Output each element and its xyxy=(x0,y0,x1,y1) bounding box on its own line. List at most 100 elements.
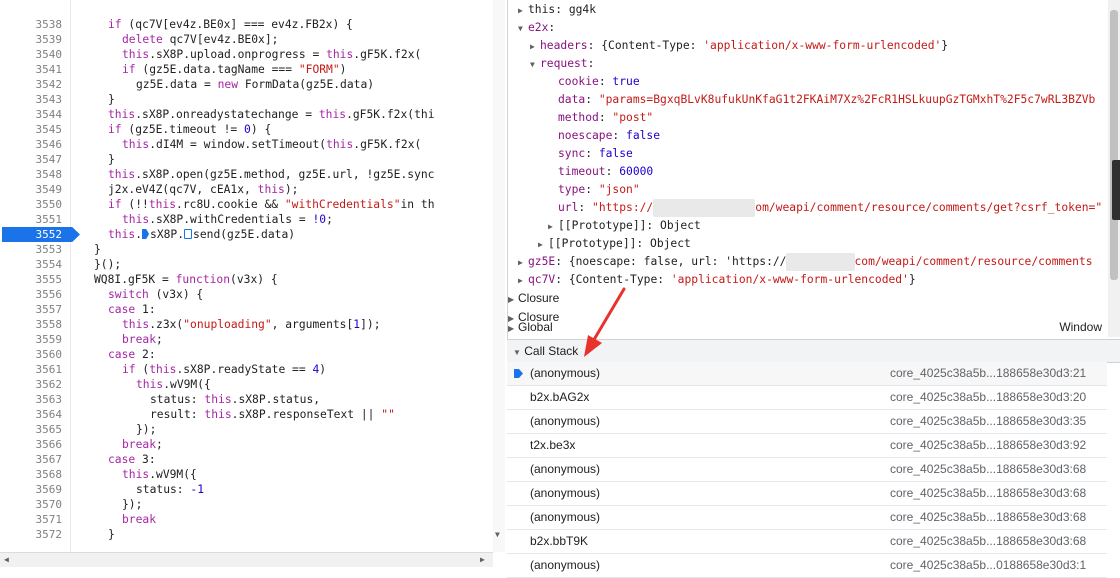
line-number[interactable]: 3549 xyxy=(0,182,66,197)
line-number[interactable]: 3568 xyxy=(0,467,66,482)
line-number[interactable]: 3540 xyxy=(0,47,66,62)
scope-noescape-row: noescape: false xyxy=(558,129,661,142)
call-frame-function: (anonymous) xyxy=(530,462,601,476)
scope-qc7v-row[interactable]: ▶ qc7V: {Content-Type: 'application/x-www… xyxy=(518,271,916,289)
line-number[interactable]: 3550 xyxy=(0,197,66,212)
scroll-left-icon[interactable]: ◀ xyxy=(4,555,9,564)
scope-scroll-thumb[interactable] xyxy=(1110,10,1118,280)
scope-request-prototype-row[interactable]: ▶ [[Prototype]]: Object xyxy=(548,217,701,235)
line-number[interactable]: 3538 xyxy=(0,17,66,32)
collapsed-triangle-icon[interactable]: ▶ xyxy=(508,291,518,309)
line-number[interactable]: 3546 xyxy=(0,137,66,152)
source-editor[interactable]: 3538 3539 3540 3541 3542 3543 3544 3545 3546 3547… xyxy=(0,0,505,570)
call-frame-function: (anonymous) xyxy=(530,558,601,572)
scroll-down-icon[interactable]: ▼ xyxy=(495,530,500,539)
code-line: this.wV9M({ xyxy=(136,378,211,391)
line-number[interactable]: 3559 xyxy=(0,332,66,347)
line-number[interactable]: 3554 xyxy=(0,257,66,272)
expanded-triangle-icon[interactable]: ▼ xyxy=(518,20,528,38)
scope-headers-row[interactable]: ▶ headers: {Content-Type: 'application/x-… xyxy=(530,37,948,55)
call-frame[interactable]: b2x.bAG2x core_4025c38a5b...188658e30d3:2… xyxy=(507,386,1107,410)
line-number[interactable]: 3572 xyxy=(0,527,66,542)
call-frame[interactable]: (anonymous) core_4025c38a5b...188658e30d3… xyxy=(507,362,1107,386)
code-line: } xyxy=(94,243,101,256)
code-line: switch (v3x) { xyxy=(108,288,204,301)
call-frame-location[interactable]: core_4025c38a5b...188658e30d3:68 xyxy=(890,506,1086,529)
collapsed-triangle-icon[interactable]: ▶ xyxy=(518,272,528,290)
line-number[interactable]: 3567 xyxy=(0,452,66,467)
collapsed-triangle-icon[interactable]: ▶ xyxy=(548,218,558,236)
call-frame-location[interactable]: core_4025c38a5b...188658e30d3:21 xyxy=(890,362,1086,385)
line-number[interactable]: 3570 xyxy=(0,497,66,512)
call-frame-function: (anonymous) xyxy=(530,510,601,524)
breakpoint-flag-icon[interactable] xyxy=(142,229,150,239)
line-number[interactable]: 3565 xyxy=(0,422,66,437)
scope-e2x-row[interactable]: ▼ e2x: xyxy=(518,19,555,37)
source-horizontal-scrollbar[interactable]: ◀ ▶ xyxy=(0,552,493,567)
scope-timeout-row: timeout: 60000 xyxy=(558,165,654,178)
scope-cookie-row: cookie: true xyxy=(558,75,640,88)
collapsed-triangle-icon[interactable]: ▶ xyxy=(538,236,548,254)
call-frame-location[interactable]: core_4025c38a5b...188658e30d3:68 xyxy=(890,530,1086,553)
line-number[interactable]: 3541 xyxy=(0,62,66,77)
line-number[interactable]: 3561 xyxy=(0,362,66,377)
line-number[interactable]: 3560 xyxy=(0,347,66,362)
line-number[interactable]: 3551 xyxy=(0,212,66,227)
line-number[interactable]: 3539 xyxy=(0,32,66,47)
scope-closure-1[interactable]: ▶ Closure xyxy=(508,289,559,307)
line-number[interactable]: 3564 xyxy=(0,407,66,422)
call-frame-location[interactable]: core_4025c38a5b...188658e30d3:35 xyxy=(890,410,1086,433)
line-number[interactable]: 3542 xyxy=(0,77,66,92)
call-frame-location[interactable]: core_4025c38a5b...188658e30d3:68 xyxy=(890,482,1086,505)
call-frame[interactable]: (anonymous) core_4025c38a5b...188658e30d3… xyxy=(507,506,1107,530)
collapsed-triangle-icon[interactable]: ▶ xyxy=(518,254,528,272)
call-frame[interactable]: b2x.bbT9K core_4025c38a5b...188658e30d3:6… xyxy=(507,530,1107,554)
line-number[interactable]: 3569 xyxy=(0,482,66,497)
inline-breakpoint-icon[interactable] xyxy=(184,229,193,239)
scope-gz5e-row[interactable]: ▶gz5E: {noescape: false, url: 'https://x… xyxy=(518,253,1093,271)
code-line: status: this.sX8P.status, xyxy=(150,393,321,406)
call-frame[interactable]: t2x.be3x core_4025c38a5b...188658e30d3:92 xyxy=(507,434,1107,458)
scope-request-row[interactable]: ▼ request: xyxy=(530,55,594,73)
expanded-triangle-icon[interactable]: ▼ xyxy=(513,348,521,357)
call-frame-function: (anonymous) xyxy=(530,486,601,500)
line-number[interactable]: 3552 xyxy=(0,227,66,242)
collapsed-triangle-icon[interactable]: ▶ xyxy=(530,38,540,56)
call-frame-location[interactable]: core_4025c38a5b...188658e30d3:68 xyxy=(890,458,1086,481)
line-number[interactable]: 3545 xyxy=(0,122,66,137)
call-frame-function: t2x.be3x xyxy=(530,438,576,452)
source-vertical-scrollbar[interactable]: ▼ xyxy=(493,0,505,552)
line-number[interactable]: 3553 xyxy=(0,242,66,257)
side-panel-tab[interactable] xyxy=(1112,160,1120,220)
line-number[interactable]: 3562 xyxy=(0,377,66,392)
scroll-right-icon[interactable]: ▶ xyxy=(480,555,485,564)
call-frame[interactable]: (anonymous) core_4025c38a5b...0188658e30d… xyxy=(507,554,1107,578)
call-frame-location[interactable]: core_4025c38a5b...188658e30d3:20 xyxy=(890,386,1086,409)
code-line: j2x.eV4Z(qc7V, cEA1x, this); xyxy=(108,183,299,196)
line-number[interactable]: 3555 xyxy=(0,272,66,287)
call-frame-location[interactable]: core_4025c38a5b...0188658e30d3:1 xyxy=(890,554,1086,577)
line-number[interactable]: 3558 xyxy=(0,317,66,332)
call-frame-location[interactable]: core_4025c38a5b...188658e30d3:92 xyxy=(890,434,1086,457)
collapsed-triangle-icon[interactable]: ▶ xyxy=(518,2,528,20)
code-line: this.sX8P.upload.onprogress = this.gF5K.… xyxy=(122,48,422,61)
line-gutter[interactable]: 3538 3539 3540 3541 3542 3543 3544 3545 3546 3547… xyxy=(0,0,80,552)
expanded-triangle-icon[interactable]: ▼ xyxy=(530,56,540,74)
line-number[interactable]: 3543 xyxy=(0,92,66,107)
line-number[interactable]: 3547 xyxy=(0,152,66,167)
call-frame[interactable]: (anonymous) core_4025c38a5b...188658e30d3… xyxy=(507,410,1107,434)
code-line: this.sX8P.open(gz5E.method, gz5E.url, !g… xyxy=(108,168,435,181)
line-number[interactable]: 3563 xyxy=(0,392,66,407)
line-number[interactable]: 3548 xyxy=(0,167,66,182)
scope-this-row[interactable]: ▶ this: gg4k xyxy=(518,1,596,19)
line-number[interactable]: 3557 xyxy=(0,302,66,317)
call-frame[interactable]: (anonymous) core_4025c38a5b...188658e30d3… xyxy=(507,482,1107,506)
line-number[interactable]: 3571 xyxy=(0,512,66,527)
scope-e2x-prototype-row[interactable]: ▶ [[Prototype]]: Object xyxy=(538,235,691,253)
call-frame[interactable]: (anonymous) core_4025c38a5b...188658e30d3… xyxy=(507,458,1107,482)
line-number[interactable]: 3566 xyxy=(0,437,66,452)
line-number[interactable]: 3556 xyxy=(0,287,66,302)
collapsed-triangle-icon[interactable]: ▶ xyxy=(508,320,518,338)
scope-url-row: url: "https://xxxxxxxxxxxxxxxom/weapi/co… xyxy=(558,199,1102,217)
line-number[interactable]: 3544 xyxy=(0,107,66,122)
